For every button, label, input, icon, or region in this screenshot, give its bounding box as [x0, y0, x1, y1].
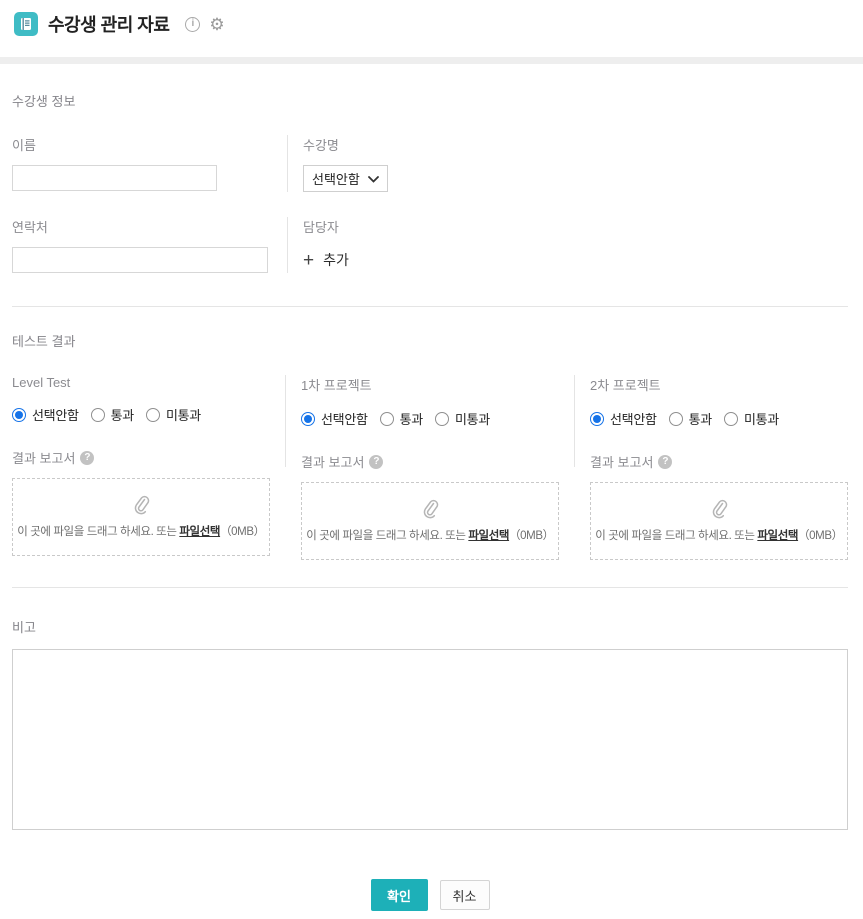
radio-label: 통과 — [111, 405, 134, 424]
contact-field: 연락처 — [12, 217, 287, 273]
radio-icon[interactable] — [724, 412, 738, 426]
dropzone-size-text: （0MB） — [798, 530, 843, 542]
contact-input[interactable] — [12, 247, 268, 273]
info-icon[interactable]: i — [185, 17, 200, 32]
report-label-text: 결과 보고서 — [301, 452, 364, 471]
project2-radio-group: 선택안함 통과 미통과 — [590, 409, 848, 428]
page-header: 수강생 관리 자료 i ⚙ — [0, 0, 863, 46]
radio-label: 미통과 — [744, 409, 779, 428]
chevron-down-icon — [368, 171, 379, 186]
add-manager-button[interactable]: + 추가 — [303, 250, 349, 270]
test-results-row: Level Test 선택안함 통과 미통과 결과 보고서 ? — [12, 375, 848, 560]
form-actions: 확인 취소 — [12, 879, 848, 919]
test-column-project-2: 2차 프로젝트 선택안함 통과 미통과 결과 보고서 ? — [575, 375, 848, 560]
radio-option-fail[interactable]: 미통과 — [146, 405, 201, 424]
file-select-link[interactable]: 파일선택 — [179, 526, 220, 538]
radio-option-none[interactable]: 선택안함 — [590, 409, 657, 428]
student-info-row-1: 이름 수강명 선택안함 — [12, 135, 848, 192]
student-info-section-title: 수강생 정보 — [12, 91, 848, 110]
manager-field: 담당자 + 추가 — [288, 217, 848, 273]
notes-textarea[interactable] — [12, 649, 848, 830]
cancel-button[interactable]: 취소 — [440, 880, 490, 910]
course-label: 수강명 — [303, 135, 848, 154]
radio-option-pass[interactable]: 통과 — [380, 409, 423, 428]
form-content: 수강생 정보 이름 수강명 선택안함 연락처 담당자 + 추가 — [0, 91, 863, 919]
page-title: 수강생 관리 자료 — [48, 11, 169, 37]
radio-label: 미통과 — [166, 405, 201, 424]
file-dropzone[interactable]: 이 곳에 파일을 드래그 하세요. 또는 파일선택（0MB） — [301, 482, 559, 560]
plus-icon: + — [303, 251, 314, 270]
radio-option-none[interactable]: 선택안함 — [301, 409, 368, 428]
radio-icon[interactable] — [146, 408, 160, 422]
manager-label: 담당자 — [303, 217, 848, 236]
test-column-title: 1차 프로젝트 — [301, 375, 559, 394]
dropzone-size-text: （0MB） — [509, 530, 554, 542]
help-icon[interactable]: ? — [80, 451, 94, 465]
contact-label: 연락처 — [12, 217, 287, 236]
radio-label: 선택안함 — [32, 405, 79, 424]
header-divider-band — [0, 57, 863, 64]
dropzone-text: 이 곳에 파일을 드래그 하세요. 또는 파일선택（0MB） — [595, 527, 842, 543]
radio-option-fail[interactable]: 미통과 — [435, 409, 490, 428]
radio-selected-icon[interactable] — [301, 412, 315, 426]
course-field: 수강명 선택안함 — [288, 135, 848, 192]
notes-label: 비고 — [12, 617, 848, 636]
name-field: 이름 — [12, 135, 287, 192]
radio-icon[interactable] — [91, 408, 105, 422]
course-selected-value: 선택안함 — [312, 169, 360, 188]
radio-icon[interactable] — [435, 412, 449, 426]
dropzone-text: 이 곳에 파일을 드래그 하세요. 또는 파일선택（0MB） — [17, 523, 264, 539]
dropzone-text-before: 이 곳에 파일을 드래그 하세요. 또는 — [306, 530, 468, 542]
report-label: 결과 보고서 ? — [12, 448, 270, 467]
notebook-app-icon — [14, 12, 38, 36]
radio-label: 미통과 — [455, 409, 490, 428]
paperclip-icon — [132, 495, 150, 518]
radio-option-none[interactable]: 선택안함 — [12, 405, 79, 424]
gear-icon[interactable]: ⚙ — [209, 16, 224, 33]
file-dropzone[interactable]: 이 곳에 파일을 드래그 하세요. 또는 파일선택（0MB） — [12, 478, 270, 556]
radio-label: 선택안함 — [321, 409, 368, 428]
report-label: 결과 보고서 ? — [301, 452, 559, 471]
paperclip-icon — [421, 499, 439, 522]
radio-option-pass[interactable]: 통과 — [91, 405, 134, 424]
file-dropzone[interactable]: 이 곳에 파일을 드래그 하세요. 또는 파일선택（0MB） — [590, 482, 848, 560]
test-results-section-title: 테스트 결과 — [12, 331, 848, 350]
student-info-row-2: 연락처 담당자 + 추가 — [12, 217, 848, 273]
project1-radio-group: 선택안함 통과 미통과 — [301, 409, 559, 428]
radio-option-fail[interactable]: 미통과 — [724, 409, 779, 428]
name-input[interactable] — [12, 165, 217, 191]
test-column-project-1: 1차 프로젝트 선택안함 통과 미통과 결과 보고서 ? — [286, 375, 574, 560]
level-test-radio-group: 선택안함 통과 미통과 — [12, 405, 270, 424]
help-icon[interactable]: ? — [658, 455, 672, 469]
radio-label: 통과 — [689, 409, 712, 428]
add-manager-label: 추가 — [323, 250, 349, 270]
radio-icon[interactable] — [669, 412, 683, 426]
report-label-text: 결과 보고서 — [590, 452, 653, 471]
test-column-title: Level Test — [12, 375, 270, 390]
test-column-level-test: Level Test 선택안함 통과 미통과 결과 보고서 ? — [12, 375, 285, 560]
section-divider — [12, 306, 848, 307]
dropzone-size-text: （0MB） — [220, 526, 265, 538]
radio-label: 선택안함 — [610, 409, 657, 428]
radio-icon[interactable] — [380, 412, 394, 426]
dropzone-text-before: 이 곳에 파일을 드래그 하세요. 또는 — [595, 530, 757, 542]
report-label-text: 결과 보고서 — [12, 448, 75, 467]
file-select-link[interactable]: 파일선택 — [757, 530, 798, 542]
report-label: 결과 보고서 ? — [590, 452, 848, 471]
confirm-button[interactable]: 확인 — [371, 879, 428, 911]
radio-selected-icon[interactable] — [590, 412, 604, 426]
help-icon[interactable]: ? — [369, 455, 383, 469]
file-select-link[interactable]: 파일선택 — [468, 530, 509, 542]
dropzone-text: 이 곳에 파일을 드래그 하세요. 또는 파일선택（0MB） — [306, 527, 553, 543]
paperclip-icon — [710, 499, 728, 522]
dropzone-text-before: 이 곳에 파일을 드래그 하세요. 또는 — [17, 526, 179, 538]
test-column-title: 2차 프로젝트 — [590, 375, 848, 394]
section-divider — [12, 587, 848, 588]
name-label: 이름 — [12, 135, 287, 154]
radio-label: 통과 — [400, 409, 423, 428]
course-select[interactable]: 선택안함 — [303, 165, 388, 192]
radio-selected-icon[interactable] — [12, 408, 26, 422]
radio-option-pass[interactable]: 통과 — [669, 409, 712, 428]
